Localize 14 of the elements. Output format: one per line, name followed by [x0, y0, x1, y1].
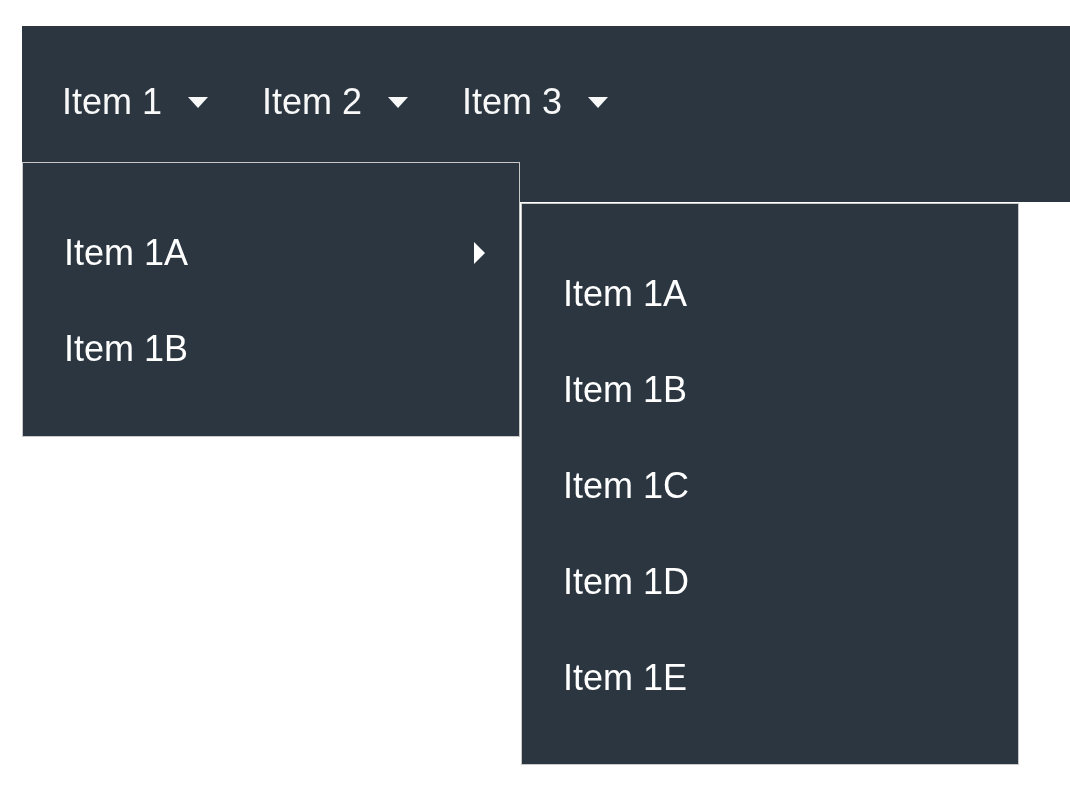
- menu-item[interactable]: Item 1: [62, 81, 209, 123]
- dropdown-item[interactable]: Item 1A: [23, 205, 519, 301]
- submenu-item[interactable]: Item 1D: [522, 534, 1018, 630]
- submenu-item[interactable]: Item 1C: [522, 438, 1018, 534]
- caret-down-icon: [188, 96, 209, 108]
- caret-down-icon: [388, 96, 409, 108]
- caret-down-icon: [588, 96, 609, 108]
- submenu-item[interactable]: Item 1B: [522, 342, 1018, 438]
- menu-item[interactable]: Item 3: [462, 81, 609, 123]
- menu-item[interactable]: Item 2: [262, 81, 409, 123]
- caret-right-icon: [474, 242, 485, 264]
- dropdown-item[interactable]: Item 1B: [23, 301, 519, 397]
- submenu-item[interactable]: Item 1A: [522, 246, 1018, 342]
- submenu-item[interactable]: Item 1E: [522, 630, 1018, 726]
